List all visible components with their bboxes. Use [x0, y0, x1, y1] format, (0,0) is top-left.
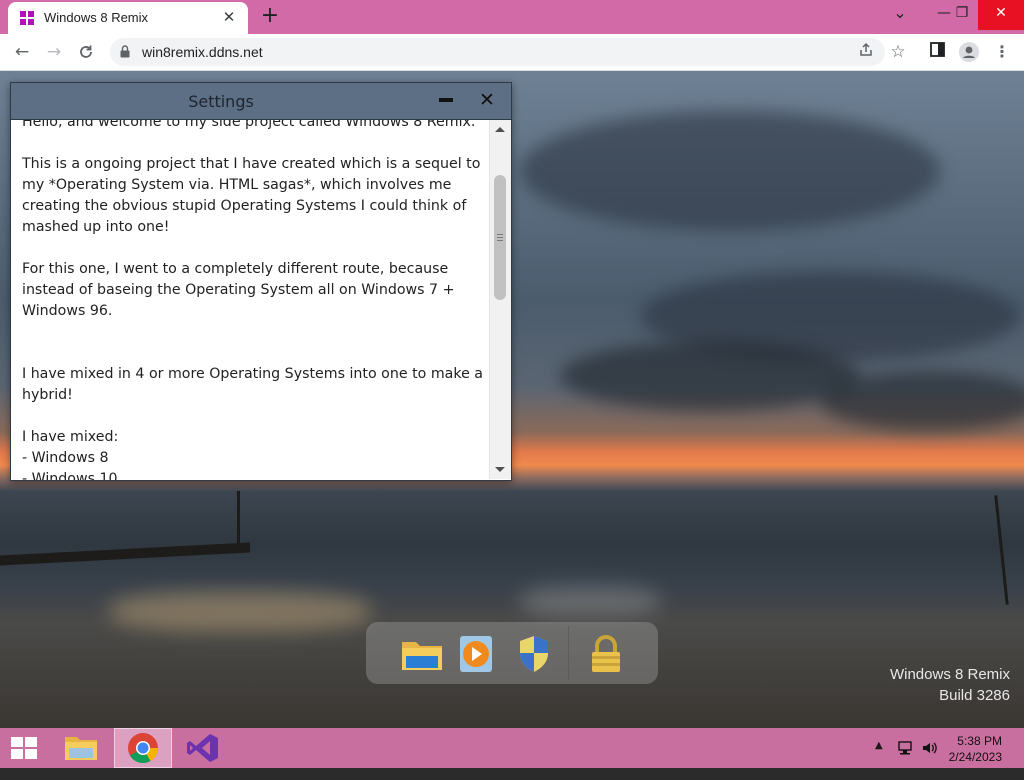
menu-kebab-icon[interactable]: ⋮: [992, 42, 1012, 62]
share-icon[interactable]: [856, 42, 876, 62]
wallpaper-cloud: [820, 371, 1024, 431]
network-icon[interactable]: [897, 739, 915, 779]
dock-media-player-icon[interactable]: [454, 632, 498, 676]
tab-search-chevron-icon[interactable]: ⌄: [884, 0, 916, 30]
clock-date: 2/24/2023: [948, 750, 1002, 764]
settings-scrollbar[interactable]: [489, 120, 511, 479]
settings-body-text: Hello, and welcome to my side project ca…: [22, 120, 483, 480]
wallpaper-sand-reflection: [110, 591, 370, 631]
browser-toolbar: ← → win8remix.ddns.net ☆ ⋮: [0, 34, 1024, 71]
settings-title: Settings: [188, 92, 254, 111]
settings-titlebar[interactable]: Settings ✕: [11, 83, 511, 120]
settings-window[interactable]: Settings ✕ Hello, and welcome to my side…: [10, 82, 512, 481]
minimize-icon[interactable]: [439, 98, 453, 102]
wallpaper-cloud: [520, 111, 940, 231]
watermark-title: Windows 8 Remix: [889, 666, 1010, 683]
taskbar-visual-studio[interactable]: [180, 728, 228, 768]
scrollbar-thumb[interactable]: [494, 175, 506, 300]
chrome-icon: [128, 733, 158, 764]
dock-file-explorer-icon[interactable]: [400, 632, 444, 676]
visual-studio-icon: [187, 734, 218, 762]
dock-security-shield-icon[interactable]: [512, 632, 556, 676]
dock: [366, 622, 658, 684]
reload-icon[interactable]: [74, 40, 98, 64]
tab-close-icon[interactable]: ✕: [220, 8, 238, 26]
tab-title: Windows 8 Remix: [44, 10, 149, 25]
scroll-down-arrow-icon[interactable]: [495, 467, 505, 472]
restore-window-button[interactable]: ❐: [946, 0, 978, 30]
wallpaper-pole: [994, 495, 1009, 605]
wallpaper-pole: [237, 491, 240, 551]
settings-content: Hello, and welcome to my side project ca…: [11, 120, 489, 480]
forward-icon[interactable]: →: [42, 40, 66, 64]
browser-tab[interactable]: Windows 8 Remix ✕: [8, 2, 248, 34]
os-watermark: Windows 8 Remix Build 3286: [890, 664, 1010, 706]
bookmark-star-icon[interactable]: ☆: [888, 42, 908, 62]
lock-icon: [120, 45, 130, 58]
dock-lock-icon[interactable]: [584, 632, 628, 676]
volume-icon[interactable]: [921, 739, 939, 779]
wallpaper-water-reflection: [520, 586, 660, 616]
taskbar-file-explorer[interactable]: [57, 728, 105, 768]
new-tab-button[interactable]: +: [259, 5, 281, 27]
start-button[interactable]: [0, 728, 48, 768]
dock-separator: [568, 626, 569, 680]
browser-tabstrip: Windows 8 Remix ✕ + ⌄ — ❐ ✕: [0, 0, 1024, 34]
wallpaper-pier: [0, 542, 250, 566]
show-hidden-icons-chevron-icon[interactable]: ▲: [875, 740, 883, 780]
close-window-button[interactable]: ✕: [978, 0, 1024, 30]
back-icon[interactable]: ←: [10, 40, 34, 64]
wallpaper-cloud: [560, 341, 860, 411]
scroll-up-arrow-icon[interactable]: [495, 127, 505, 132]
windows-logo-icon: [20, 11, 34, 25]
clock-time: 5:38 PM: [957, 734, 1002, 748]
taskbar-clock[interactable]: 5:38 PM 2/24/2023: [949, 733, 1002, 765]
url-text: win8remix.ddns.net: [142, 44, 263, 60]
watermark-build: Build 3286: [939, 687, 1010, 704]
taskbar-chrome[interactable]: [114, 728, 172, 768]
profile-avatar-icon[interactable]: [959, 42, 979, 62]
taskbar: ▲ 5:38 PM 2/24/2023: [0, 728, 1024, 768]
side-panel-icon[interactable]: [927, 42, 947, 62]
folder-icon: [65, 737, 97, 760]
close-icon[interactable]: ✕: [477, 89, 497, 111]
windows-start-icon: [11, 737, 37, 759]
address-bar[interactable]: win8remix.ddns.net: [110, 38, 885, 66]
